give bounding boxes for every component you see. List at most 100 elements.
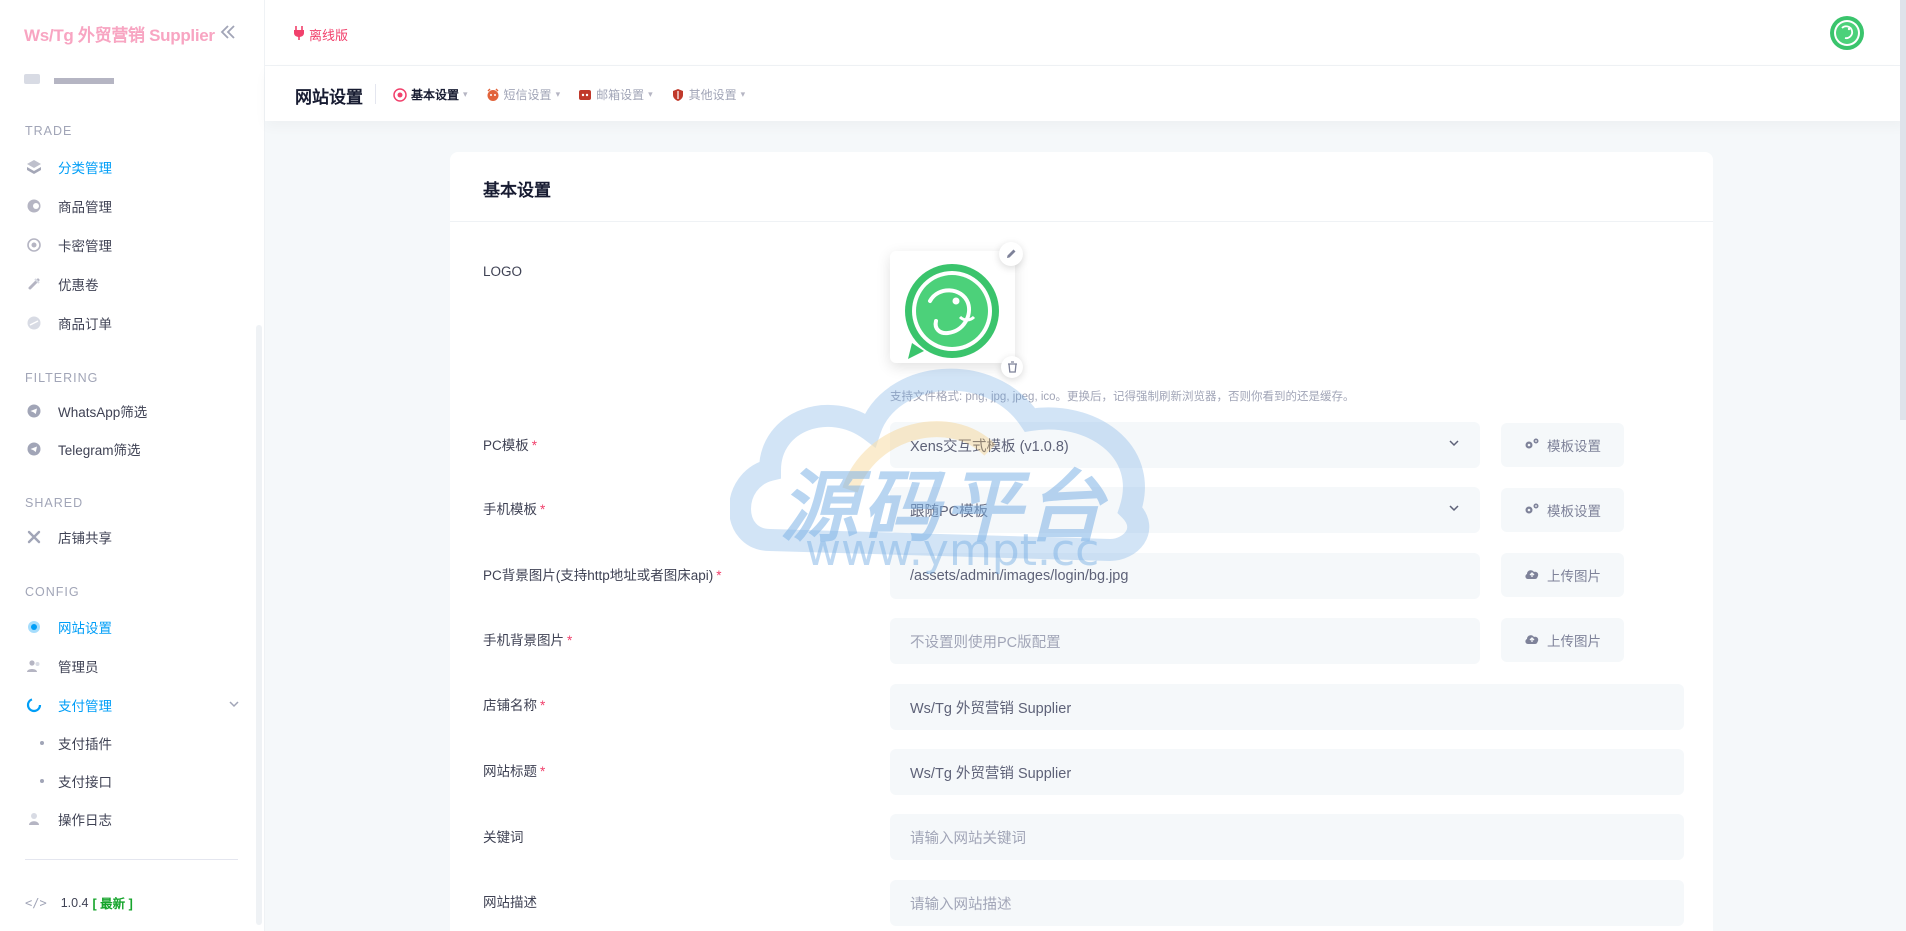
- mobile-template-label-text: 手机模板: [483, 502, 537, 517]
- divider: [25, 859, 238, 860]
- sidebar-item-whatsapp-filter[interactable]: WhatsApp筛选: [25, 397, 240, 425]
- sidebar-item-label: 分类管理: [58, 161, 112, 176]
- description-input[interactable]: 请输入网站描述: [890, 880, 1684, 926]
- code-icon: </>: [25, 895, 47, 910]
- shield-icon: [671, 88, 685, 102]
- category-icon: [25, 158, 43, 176]
- shop-name-label: 店铺名称 *: [483, 694, 545, 714]
- gear-icon: [25, 618, 43, 636]
- sidebar-item-shop-share[interactable]: 店铺共享: [25, 523, 240, 551]
- keywords-input[interactable]: 请输入网站关键词: [890, 814, 1684, 860]
- tab-other-settings[interactable]: 其他设置 ▾: [671, 86, 745, 103]
- sidebar-item-orders[interactable]: 商品订单: [25, 309, 240, 337]
- telegram-icon: [25, 402, 43, 420]
- version-latest-badge: [ 最新 ]: [92, 897, 133, 911]
- sidebar-item-label: 网站设置: [58, 621, 112, 636]
- sidebar-item-label: 商品管理: [58, 200, 112, 215]
- cloud-upload-icon: [1524, 632, 1540, 648]
- log-icon: [25, 810, 43, 828]
- site-title-label-text: 网站标题: [483, 764, 537, 779]
- sidebar-item-operation-log[interactable]: 操作日志: [25, 805, 240, 833]
- cloud-upload-icon: [1524, 567, 1540, 583]
- delete-logo-trash-icon[interactable]: [1001, 356, 1023, 378]
- offline-badge[interactable]: 离线版: [293, 25, 348, 44]
- sidebar: Ws/Tg 外贸营销 Supplier TRADE 分类管理 商品管理 卡密管理…: [0, 0, 265, 931]
- users-icon: [25, 657, 43, 675]
- required-mark: *: [716, 568, 722, 583]
- sidebar-item-card-secret[interactable]: 卡密管理: [25, 231, 240, 259]
- settings-tabs: 基本设置 ▾ 短信设置 ▾ 邮箱设置 ▾ 其他设置 ▾: [393, 86, 745, 103]
- button-label: 模板设置: [1547, 504, 1601, 519]
- sidebar-item-telegram-filter[interactable]: Telegram筛选: [25, 435, 240, 463]
- sidebar-subitem-payment-plugins[interactable]: 支付插件: [40, 732, 112, 754]
- edit-logo-pencil-icon[interactable]: [999, 242, 1023, 266]
- sidebar-item-label: 管理员: [58, 660, 99, 675]
- sidebar-item-label: Telegram筛选: [58, 443, 141, 458]
- card-icon: [25, 236, 43, 254]
- toolbar: 网站设置 基本设置 ▾ 短信设置 ▾ 邮箱设置 ▾ 其他设置 ▾: [265, 66, 1906, 121]
- bullet-icon: [40, 741, 44, 745]
- version-info: </> 1.0.4 [ 最新 ]: [25, 893, 133, 912]
- mobile-background-upload-button[interactable]: 上传图片: [1501, 618, 1624, 662]
- brand-title[interactable]: Ws/Tg 外贸营销 Supplier: [24, 21, 215, 46]
- page-title: 网站设置: [295, 88, 363, 107]
- logo-preview[interactable]: [890, 251, 1015, 363]
- sms-settings-icon: [486, 88, 500, 102]
- pc-template-settings-button[interactable]: 模板设置: [1501, 423, 1624, 467]
- site-title-input[interactable]: Ws/Tg 外贸营销 Supplier: [890, 749, 1684, 795]
- sidebar-subitem-payment-interfaces[interactable]: 支付接口: [40, 770, 112, 792]
- order-icon: [25, 314, 43, 332]
- tab-label: 邮箱设置: [596, 88, 645, 102]
- description-label: 网站描述: [483, 895, 537, 910]
- sidebar-subitem-label: 支付插件: [58, 737, 112, 752]
- offline-label: 离线版: [309, 28, 349, 43]
- telegram-icon: [25, 440, 43, 458]
- card-title: 基本设置: [450, 152, 1713, 222]
- watermark-url: www.ympt.cc: [805, 525, 1100, 576]
- page-scrollbar[interactable]: [1900, 0, 1906, 420]
- tab-basic-settings[interactable]: 基本设置 ▾: [393, 86, 468, 103]
- shop-name-label-text: 店铺名称: [483, 698, 537, 713]
- sidebar-item-label: 支付管理: [58, 699, 112, 714]
- sidebar-scrollbar[interactable]: [256, 325, 262, 925]
- sidebar-item-goods[interactable]: 商品管理: [25, 192, 240, 220]
- mobile-template-settings-button[interactable]: 模板设置: [1501, 488, 1624, 532]
- pc-background-upload-button[interactable]: 上传图片: [1501, 553, 1624, 597]
- keywords-placeholder: 请输入网站关键词: [910, 830, 1026, 847]
- sidebar-subitem-label: 支付接口: [58, 775, 112, 790]
- sidebar-item-coupon[interactable]: 优惠卷: [25, 270, 240, 298]
- shop-name-input[interactable]: Ws/Tg 外贸营销 Supplier: [890, 684, 1684, 730]
- pc-template-label-text: PC模板: [483, 438, 529, 453]
- tab-label: 短信设置: [503, 88, 552, 102]
- share-icon: [25, 528, 43, 546]
- bullet-icon: [40, 779, 44, 783]
- email-settings-icon: [578, 88, 592, 102]
- required-mark: *: [567, 633, 573, 648]
- shop-name-value: Ws/Tg 外贸营销 Supplier: [910, 700, 1072, 717]
- site-title-value: Ws/Tg 外贸营销 Supplier: [910, 765, 1072, 782]
- pc-background-label-text: PC背景图片(支持http地址或者图床api): [483, 568, 714, 583]
- tab-sms-settings[interactable]: 短信设置 ▾: [486, 86, 560, 103]
- section-shared: SHARED: [25, 496, 84, 510]
- goods-icon: [25, 197, 43, 215]
- version-number: 1.0.4: [60, 895, 89, 910]
- sidebar-item-payment[interactable]: 支付管理: [25, 691, 240, 719]
- mobile-background-label-text: 手机背景图片: [483, 633, 564, 648]
- user-avatar[interactable]: [1830, 16, 1864, 50]
- chevron-down-icon[interactable]: [228, 698, 240, 713]
- tab-label: 其他设置: [688, 88, 737, 102]
- section-trade: TRADE: [25, 124, 73, 138]
- sidebar-item-category[interactable]: 分类管理: [25, 153, 240, 181]
- chevron-down-icon: ▾: [648, 89, 653, 99]
- sidebar-item-cut[interactable]: [24, 70, 144, 84]
- button-label: 模板设置: [1547, 439, 1601, 454]
- mobile-background-input[interactable]: 不设置则使用PC版配置: [890, 618, 1480, 664]
- collapse-sidebar-icon[interactable]: [218, 22, 240, 44]
- gears-icon: [1524, 502, 1540, 519]
- chevron-down-icon: [1448, 502, 1460, 517]
- sidebar-item-site-settings[interactable]: 网站设置: [25, 613, 240, 641]
- sidebar-item-label: 卡密管理: [58, 239, 112, 254]
- section-filtering: FILTERING: [25, 371, 99, 385]
- sidebar-item-admins[interactable]: 管理员: [25, 652, 240, 680]
- tab-email-settings[interactable]: 邮箱设置 ▾: [578, 86, 653, 103]
